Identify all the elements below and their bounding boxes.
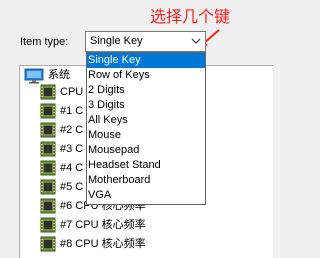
dropdown-option[interactable]: Row of Keys	[87, 68, 205, 83]
item-type-selected-value: Single Key	[90, 35, 143, 47]
dropdown-option[interactable]: VGA	[87, 188, 205, 203]
annotation-text: 选择几个键	[150, 9, 231, 26]
chevron-down-icon	[191, 38, 201, 44]
monitor-icon	[24, 68, 44, 84]
dropdown-option[interactable]: Mousepad	[87, 143, 205, 158]
tree-row-label: CPU	[60, 86, 84, 98]
chip-icon	[40, 160, 56, 176]
item-type-dropdown-list[interactable]: Single Key Row of Keys 2 Digits 3 Digits All…	[86, 52, 206, 205]
chip-icon	[40, 122, 56, 138]
dropdown-option[interactable]: Headset Stand	[87, 158, 205, 173]
chip-icon	[40, 179, 56, 195]
chip-icon	[40, 217, 56, 233]
dropdown-option[interactable]: 2 Digits	[87, 83, 205, 98]
item-type-select[interactable]: Single Key	[85, 31, 206, 52]
item-type-label: Item type:	[20, 36, 69, 48]
tree-row-label: #1 C	[60, 105, 84, 117]
tree-root-label: 系统	[48, 69, 70, 81]
chip-icon	[40, 84, 56, 100]
dropdown-option[interactable]: 3 Digits	[87, 98, 205, 113]
chip-icon	[40, 141, 56, 157]
dropdown-option[interactable]: Motherboard	[87, 173, 205, 188]
dropdown-option[interactable]: Mouse	[87, 128, 205, 143]
chip-icon	[40, 236, 56, 252]
tree-row-label: #2 C	[60, 124, 84, 136]
chip-icon	[40, 198, 56, 214]
tree-row-label: #5 C	[60, 181, 84, 193]
tree-row-label: #7 CPU 核心频率	[60, 219, 146, 231]
chip-icon	[40, 103, 56, 119]
dropdown-option[interactable]: Single Key	[87, 53, 205, 68]
tree-row-label: #3 C	[60, 143, 84, 155]
tree-row-label: #4 C	[60, 162, 84, 174]
tree-row-label: #8 CPU 核心频率	[60, 238, 146, 250]
dropdown-option[interactable]: All Keys	[87, 113, 205, 128]
